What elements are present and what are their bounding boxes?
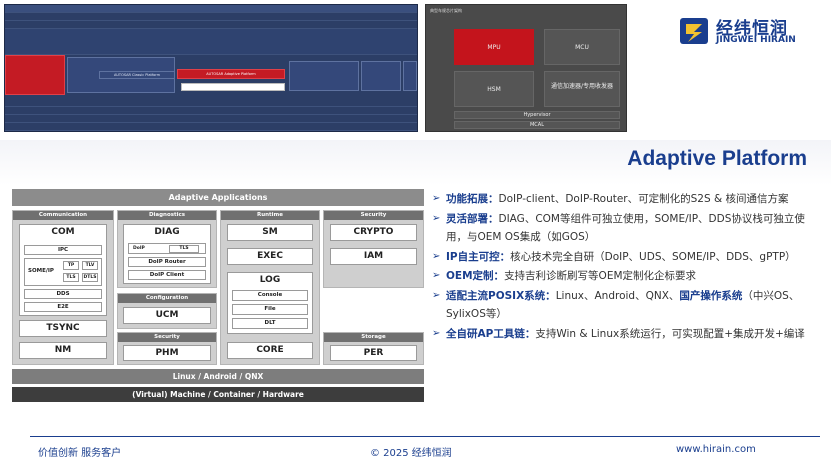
- communication-column: Communication COM IPC SOME/IP TP TLV TLS…: [12, 210, 114, 365]
- arrow-icon: ➢: [432, 193, 441, 204]
- adaptive-platform-diagram: Adaptive Applications Communication COM …: [12, 189, 424, 404]
- logo-mark-icon: [680, 18, 708, 44]
- com-group: COM IPC SOME/IP TP TLV TLS DTLS DDS E2E: [19, 224, 107, 316]
- sm-box: SM: [227, 224, 313, 241]
- tlv-box: TLV: [82, 261, 98, 270]
- feature-item: ➢ OEM定制：支持吉利诊断刷写等OEM定制化企标要求: [432, 267, 824, 286]
- com-label: COM: [51, 227, 75, 237]
- storage-header: Storage: [324, 333, 423, 342]
- hypervisor-bar: Hypervisor: [454, 111, 620, 119]
- storage-column: Storage PER: [323, 332, 424, 365]
- exec-box: EXEC: [227, 248, 313, 265]
- file-box: File: [232, 304, 308, 315]
- dtls-box: DTLS: [82, 273, 98, 282]
- autosar-architecture-image: AUTOSAR Adaptive Platform AUTOSAR Classi…: [4, 4, 418, 132]
- log-group: LOG Console File DLT: [227, 272, 313, 334]
- machine-bar: (Virtual) Machine / Container / Hardware: [12, 387, 424, 402]
- security-header: Security: [324, 211, 423, 220]
- footer-website-link[interactable]: www.hirain.com: [676, 444, 756, 455]
- runtime-column: Runtime SM EXEC LOG Console File DLT COR…: [220, 210, 320, 365]
- feature-item: ➢ 全自研AP工具链：支持Win & Linux系统运行，可实现配置+集成开发+编…: [432, 325, 824, 344]
- nm-box: NM: [19, 342, 107, 359]
- diagnostics-column: Diagnostics DIAG DoIP TLS DoIP Router Do…: [117, 210, 217, 288]
- arrow-icon: ➢: [432, 212, 441, 224]
- someip-group: SOME/IP TP TLV TLS DTLS: [24, 258, 102, 286]
- tsync-box: TSYNC: [19, 320, 107, 337]
- runtime-header: Runtime: [221, 211, 319, 220]
- feature-item: ➢ 适配主流POSIX系统：Linux、Android、QNX、国产操作系统（中兴…: [432, 287, 824, 324]
- feature-item: ➢ 功能拓展：DoIP-client、DoIP-Router、可定制化的S2S &…: [432, 190, 824, 209]
- ucm-box: UCM: [123, 307, 211, 324]
- adaptive-applications-bar: Adaptive Applications: [12, 189, 424, 206]
- doip-group: DoIP TLS: [128, 243, 206, 254]
- diag-group: DIAG DoIP TLS DoIP Router DoIP Client: [123, 224, 211, 284]
- security-column: Security CRYPTO IAM: [323, 210, 424, 288]
- dds-box: DDS: [24, 289, 102, 299]
- security-mid-column: Security PHM: [117, 332, 217, 365]
- someip-label: SOME/IP: [28, 268, 54, 274]
- page-title: Adaptive Platform: [627, 147, 807, 170]
- footer-divider: [30, 436, 820, 437]
- console-box: Console: [232, 290, 308, 301]
- arrow-icon: ➢: [432, 270, 441, 281]
- chip-diagram-title: 典型车规芯片架构: [430, 8, 462, 13]
- footer-slogan: 价值创新 服务客户: [38, 448, 122, 459]
- security-mid-header: Security: [118, 333, 216, 342]
- ipc-box: IPC: [24, 245, 102, 255]
- feature-list: ➢ 功能拓展：DoIP-client、DoIP-Router、可定制化的S2S &…: [432, 190, 824, 344]
- communication-header: Communication: [13, 211, 113, 220]
- os-bar: Linux / Android / QNX: [12, 369, 424, 384]
- phm-box: PHM: [123, 345, 211, 361]
- tls-box: TLS: [63, 273, 79, 282]
- crypto-box: CRYPTO: [330, 224, 417, 241]
- mcu-block: MCU: [544, 29, 620, 65]
- chip-architecture-diagram: 典型车规芯片架构 MPU MCU HSM 通信加速器/专用收发器 Hypervi…: [425, 4, 627, 132]
- doip-label: DoIP: [133, 246, 145, 251]
- per-box: PER: [330, 345, 417, 361]
- e2e-box: E2E: [24, 302, 102, 312]
- configuration-column: Configuration UCM: [117, 293, 217, 329]
- arrow-icon: ➢: [432, 250, 441, 262]
- core-box: CORE: [227, 342, 313, 359]
- dlt-box: DLT: [232, 318, 308, 329]
- arrow-icon: ➢: [432, 327, 441, 339]
- company-logo: 经纬恒润 JINGWEI HIRAIN: [678, 10, 828, 60]
- doip-client-box: DoIP Client: [128, 270, 206, 280]
- doip-router-box: DoIP Router: [128, 257, 206, 267]
- diagnostics-header: Diagnostics: [118, 211, 216, 220]
- tp-box: TP: [63, 261, 79, 270]
- log-label: LOG: [259, 275, 281, 285]
- logo-text-en: JINGWEI HIRAIN: [716, 35, 796, 45]
- mcal-bar: MCAL: [454, 121, 620, 129]
- iam-box: IAM: [330, 248, 417, 265]
- diag-tls-box: TLS: [169, 245, 199, 253]
- mpu-block: MPU: [454, 29, 534, 65]
- hsm-block: HSM: [454, 71, 534, 107]
- feature-item: ➢ 灵活部署：DIAG、COM等组件可独立使用，SOME/IP、DDS协议栈可独立…: [432, 210, 824, 247]
- diag-label: DIAG: [154, 227, 180, 237]
- adaptive-platform-block: AUTOSAR Adaptive Platform: [177, 69, 285, 79]
- configuration-header: Configuration: [118, 294, 216, 303]
- arrow-icon: ➢: [432, 289, 441, 301]
- footer-copyright: © 2025 经纬恒润: [370, 448, 452, 459]
- feature-item: ➢ IP自主可控：核心技术完全自研（DoIP、UDS、SOME/IP、DDS、gP…: [432, 248, 824, 267]
- classic-platform-block: AUTOSAR Classic Platform: [99, 71, 175, 79]
- accelerator-block: 通信加速器/专用收发器: [544, 71, 620, 107]
